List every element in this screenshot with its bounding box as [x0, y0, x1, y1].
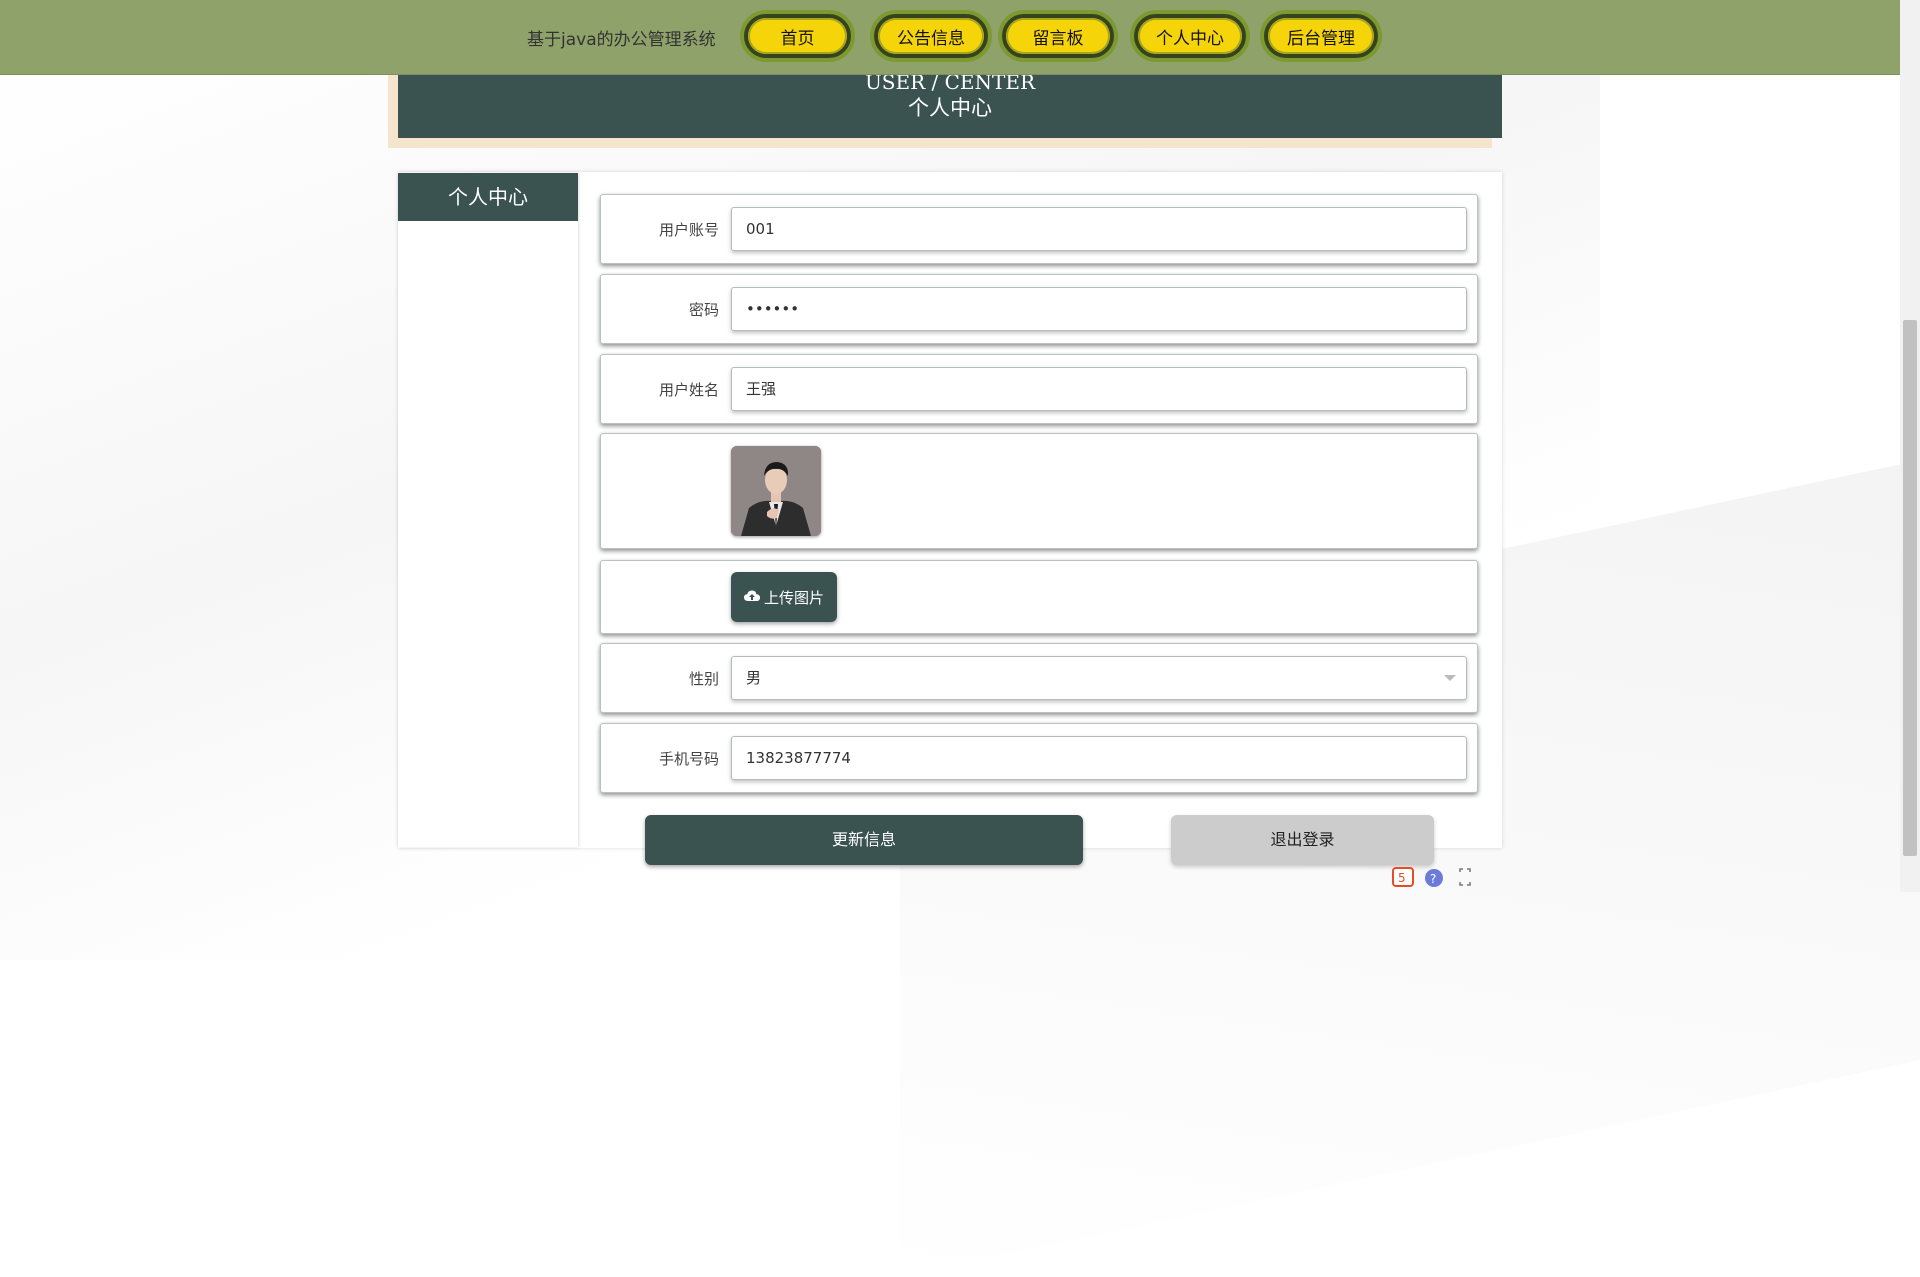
- help-icon: ?: [1425, 869, 1443, 887]
- gender-select[interactable]: 男: [731, 656, 1467, 700]
- form-row-account: 用户账号 001: [600, 194, 1478, 264]
- fullscreen-icon: [1459, 868, 1471, 886]
- cloud-upload-icon: [743, 588, 760, 606]
- account-input[interactable]: 001: [731, 207, 1467, 251]
- form-row-name: 用户姓名 王强: [600, 354, 1478, 424]
- logout-button[interactable]: 退出登录: [1171, 815, 1434, 865]
- top-nav-bar: 基于java的办公管理系统 首页 公告信息 留言板 个人中心 后台管理: [0, 0, 1900, 75]
- nav-item-message-board[interactable]: 留言板: [998, 10, 1118, 62]
- nav-item-notices[interactable]: 公告信息: [870, 10, 992, 62]
- form-row-gender: 性别 男: [600, 643, 1478, 713]
- field-label: 用户姓名: [658, 381, 719, 399]
- sidebar-title[interactable]: 个人中心: [398, 173, 578, 221]
- nav-item-home[interactable]: 首页: [740, 10, 855, 62]
- password-input[interactable]: ••••••: [731, 287, 1467, 331]
- upload-label: 上传图片: [763, 588, 824, 607]
- page-header: USER / CENTER 个人中心: [398, 70, 1502, 138]
- sidebar: 个人中心: [398, 173, 578, 847]
- update-info-button[interactable]: 更新信息: [645, 815, 1083, 865]
- form-row-avatar: [600, 433, 1478, 549]
- html5-icon: 5: [1392, 867, 1414, 887]
- nav-item-label: 公告信息: [878, 18, 984, 54]
- gender-value: 男: [746, 669, 762, 687]
- avatar: [731, 446, 821, 536]
- svg-text:?: ?: [1430, 872, 1436, 886]
- nav-item-label: 个人中心: [1138, 18, 1242, 54]
- floating-tools: 5 ?: [1392, 866, 1472, 888]
- field-label: 密码: [688, 301, 719, 319]
- scrollbar-thumb[interactable]: [1903, 320, 1917, 856]
- chevron-down-icon: [1444, 675, 1456, 681]
- nav-item-label: 首页: [748, 18, 847, 54]
- form-row-upload: 上传图片: [600, 560, 1478, 634]
- phone-input[interactable]: 13823877774: [731, 736, 1467, 780]
- field-label: 手机号码: [658, 750, 719, 768]
- nav-item-admin[interactable]: 后台管理: [1260, 10, 1382, 62]
- nav-item-label: 后台管理: [1268, 18, 1374, 54]
- form-row-password: 密码 ••••••: [600, 274, 1478, 344]
- nav-item-label: 留言板: [1006, 18, 1110, 54]
- field-label: 性别: [688, 670, 719, 688]
- name-input[interactable]: 王强: [731, 367, 1467, 411]
- header-title-cn: 个人中心: [908, 96, 992, 120]
- nav-item-user-center[interactable]: 个人中心: [1130, 10, 1250, 62]
- field-label: 用户账号: [658, 221, 719, 239]
- upload-image-button[interactable]: 上传图片: [731, 572, 837, 622]
- svg-text:5: 5: [1398, 871, 1406, 885]
- form-row-phone: 手机号码 13823877774: [600, 723, 1478, 793]
- site-title: 基于java的办公管理系统: [527, 30, 716, 50]
